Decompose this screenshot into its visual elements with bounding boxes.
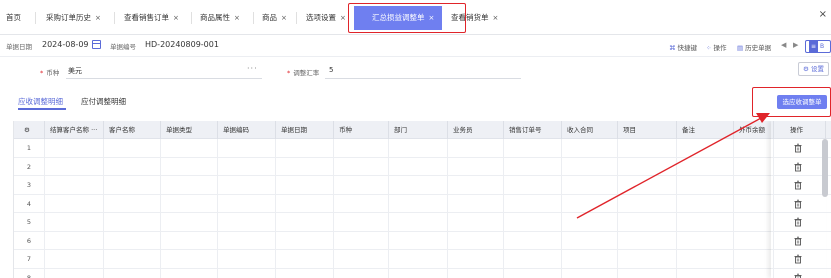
row-number: 6: [26, 236, 32, 245]
row-number: 2: [26, 162, 32, 171]
history-icon: ▤: [737, 44, 744, 52]
more-menu-button[interactable]: ≡ B: [805, 40, 831, 53]
shortcut-icon: ⌘: [669, 44, 676, 52]
table-cell[interactable]: [14, 231, 774, 250]
currency-label: * 币种: [40, 69, 60, 77]
close-icon[interactable]: ×: [173, 14, 179, 22]
number-value: HD-20240809-001: [145, 40, 219, 49]
close-icon[interactable]: ×: [281, 14, 287, 22]
tab-view-sales-order[interactable]: 查看销售订单 ×: [124, 8, 179, 28]
close-icon[interactable]: ×: [340, 14, 346, 22]
tab-divider: [114, 12, 115, 24]
close-icon[interactable]: ×: [234, 14, 240, 22]
page: 首页 采购订单历史 × 查看销售订单 × 商品属性 × 商品 × 选项设置 × 汇总损益调…: [0, 0, 831, 278]
tab-purchase-history[interactable]: 采购订单历史 ×: [46, 8, 101, 28]
close-icon[interactable]: ×: [95, 14, 101, 22]
history-button[interactable]: ▤ 历史单据: [737, 42, 771, 52]
table-row[interactable]: 5: [14, 213, 831, 232]
table-cell[interactable]: [14, 139, 774, 158]
active-tab-indicator: [18, 108, 66, 110]
row-number: 8: [26, 273, 32, 278]
currency-picker-icon[interactable]: ···: [247, 64, 258, 73]
close-icon[interactable]: ×: [493, 14, 499, 22]
table-row[interactable]: 4: [14, 194, 831, 213]
tab-product-attributes[interactable]: 商品属性 ×: [200, 8, 240, 28]
number-label: 单据编号: [110, 43, 136, 51]
tab-payable-adjustment[interactable]: 应付调整明细: [81, 96, 126, 107]
table-row[interactable]: 6: [14, 231, 831, 250]
currency-value[interactable]: 美元: [68, 66, 82, 76]
column-header: 单据类型: [161, 121, 218, 139]
row-number: 5: [26, 218, 32, 226]
shortcut-button[interactable]: ⌘ 快捷键: [669, 42, 697, 52]
table-row[interactable]: 7: [14, 250, 831, 269]
date-value[interactable]: 2024-08-09: [42, 40, 89, 49]
vertical-scrollbar[interactable]: [822, 139, 828, 197]
document-header: 单据日期 2024-08-09 单据编号 HD-20240809-001 ⌘ 快捷…: [0, 35, 831, 57]
adjustment-detail-table: ⚙ 结算客户名称 ··· 客户名称 单据类型 单据编码 单据日期 币种 部门 业…: [13, 121, 831, 278]
rate-field-underline: [325, 78, 521, 79]
prev-icon[interactable]: ◀: [781, 41, 786, 49]
table-cell[interactable]: [14, 213, 774, 232]
operation-button[interactable]: ⁘ 操作: [706, 42, 726, 52]
tab-products[interactable]: 商品 ×: [262, 8, 287, 28]
required-mark: *: [287, 69, 291, 77]
column-header: 客户名称: [104, 121, 161, 139]
tab-divider: [296, 12, 297, 24]
required-mark: *: [40, 69, 44, 77]
column-header: 结算客户名称 ···: [45, 121, 104, 139]
column-header: 单据日期: [276, 121, 334, 139]
rate-value[interactable]: 5: [329, 66, 333, 74]
table-row[interactable]: 1: [14, 139, 831, 158]
column-header: 项目: [618, 121, 677, 139]
tab-home[interactable]: 首页: [6, 8, 21, 28]
table-cell[interactable]: [14, 268, 774, 278]
table-cell[interactable]: [14, 176, 774, 195]
next-icon[interactable]: ▶: [793, 41, 798, 49]
calendar-icon[interactable]: [92, 40, 101, 49]
annotation-highlight-box: [752, 87, 831, 117]
annotation-highlight-box: [348, 3, 466, 33]
tab-divider: [35, 12, 36, 24]
column-header: 业务员: [448, 121, 504, 139]
tab-divider: [253, 12, 254, 24]
table-row[interactable]: 8: [14, 268, 831, 278]
column-header: 销售订单号: [504, 121, 562, 139]
column-header: 备注: [677, 121, 734, 139]
row-number: 1: [26, 144, 32, 152]
column-header: 单据编码: [218, 121, 276, 139]
row-number: 4: [26, 199, 32, 208]
table-cell[interactable]: [14, 194, 774, 213]
settings-button[interactable]: ⚙ 设置: [798, 62, 829, 76]
row-number: 7: [26, 255, 32, 263]
column-header: 收入合同: [562, 121, 618, 139]
grid-icon: ⁘: [706, 44, 712, 52]
date-label: 单据日期: [6, 43, 32, 51]
window-close-icon[interactable]: ×: [819, 9, 827, 20]
table-cell[interactable]: [14, 250, 774, 269]
column-header: 外币余额: [734, 121, 774, 139]
table-header: ⚙ 结算客户名称 ··· 客户名称 单据类型 单据编码 单据日期 币种 部门 业…: [14, 121, 831, 139]
column-header: 币种: [334, 121, 389, 139]
row-number: 3: [26, 181, 32, 189]
table-row[interactable]: 3: [14, 176, 831, 195]
sticky-operation-column: [771, 121, 826, 278]
currency-field-underline: [66, 78, 262, 79]
menu-icon: ≡: [809, 41, 819, 52]
tab-receivable-adjustment[interactable]: 应收调整明细: [18, 96, 63, 107]
column-settings-icon[interactable]: ⚙: [14, 121, 45, 139]
column-header: 部门: [389, 121, 448, 139]
tab-bar: 首页 采购订单历史 × 查看销售订单 × 商品属性 × 商品 × 选项设置 × 汇总损益调…: [0, 0, 831, 35]
tab-option-settings[interactable]: 选项设置 ×: [306, 8, 346, 28]
table-row[interactable]: 2: [14, 157, 831, 176]
tab-divider: [191, 12, 192, 24]
rate-label: * 调整汇率: [287, 69, 320, 77]
table-cell[interactable]: [14, 157, 774, 176]
